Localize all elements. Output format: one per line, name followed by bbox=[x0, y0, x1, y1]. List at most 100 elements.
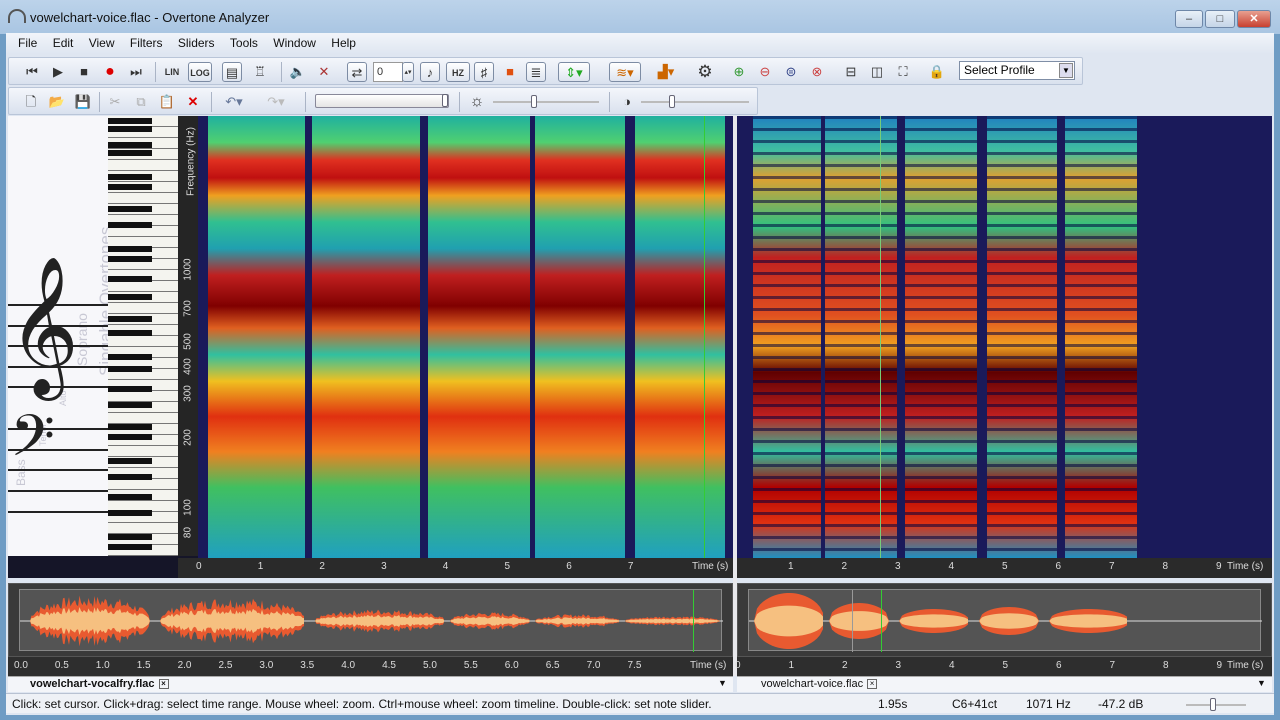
save-icon[interactable]: 💾 bbox=[73, 92, 93, 112]
piano-icon[interactable]: ♖ bbox=[250, 62, 270, 82]
tab-vowelchart-voice[interactable]: vowelchart-voice.flac × bbox=[761, 678, 878, 690]
black-key[interactable] bbox=[108, 174, 152, 180]
play-icon[interactable]: ▶ bbox=[48, 62, 68, 82]
close-tab-icon[interactable]: × bbox=[158, 679, 169, 690]
lock-icon[interactable]: 🔒 bbox=[927, 62, 947, 82]
black-key[interactable] bbox=[108, 276, 152, 282]
minimize-button[interactable]: – bbox=[1175, 10, 1203, 28]
black-key[interactable] bbox=[108, 534, 152, 540]
right-spectrogram[interactable] bbox=[737, 116, 1272, 558]
grid-icon[interactable]: ≣ bbox=[526, 62, 546, 82]
zoom-reset-icon[interactable]: ⊗ bbox=[807, 62, 827, 82]
skip-start-icon[interactable]: ⏮ bbox=[22, 62, 42, 82]
tab-list-dropdown[interactable]: ▼ bbox=[718, 678, 727, 688]
time-tick: 7 bbox=[1109, 660, 1116, 671]
transpose-stepper[interactable]: ▴▾ bbox=[402, 62, 414, 82]
brightness-slider[interactable] bbox=[493, 95, 599, 108]
black-key[interactable] bbox=[108, 246, 152, 252]
menu-tools[interactable]: Tools bbox=[230, 33, 258, 54]
tab-vowelchart-vocalfry[interactable]: vowelchart-vocalfry.flac × bbox=[30, 678, 169, 690]
zoom-in-icon[interactable]: ⊕ bbox=[729, 62, 749, 82]
note-icon[interactable]: ♪ bbox=[420, 62, 440, 82]
menu-help[interactable]: Help bbox=[331, 33, 356, 54]
color-map-icon[interactable]: ■ bbox=[500, 62, 520, 82]
black-key[interactable] bbox=[108, 402, 152, 408]
black-key[interactable] bbox=[108, 510, 152, 516]
piano-keys[interactable] bbox=[108, 116, 178, 556]
brightness-icon: ☼ bbox=[469, 93, 485, 110]
undo-icon[interactable]: ↶▾ bbox=[219, 92, 249, 112]
black-key[interactable] bbox=[108, 386, 152, 392]
black-key[interactable] bbox=[108, 424, 152, 430]
menu-file[interactable]: File bbox=[18, 33, 37, 54]
fullscreen-icon[interactable]: ⛶ bbox=[893, 62, 913, 82]
mute-icon[interactable]: ✕ bbox=[314, 62, 334, 82]
black-key[interactable] bbox=[108, 544, 152, 550]
black-key[interactable] bbox=[108, 126, 152, 132]
menu-filters[interactable]: Filters bbox=[130, 33, 163, 54]
speaker-icon[interactable]: 🔈 bbox=[288, 62, 308, 82]
black-key[interactable] bbox=[108, 494, 152, 500]
volume-slider[interactable] bbox=[1186, 698, 1246, 711]
maximize-button[interactable]: □ bbox=[1205, 10, 1235, 28]
right-waveform[interactable] bbox=[737, 583, 1272, 657]
black-key[interactable] bbox=[108, 184, 152, 190]
skip-end-icon[interactable]: ⏭ bbox=[126, 62, 146, 82]
redo-icon[interactable]: ↷▾ bbox=[261, 92, 291, 112]
black-key[interactable] bbox=[108, 150, 152, 156]
layout-icon[interactable]: ▤ bbox=[222, 62, 242, 82]
copy-icon[interactable]: ⧉ bbox=[131, 92, 151, 112]
hz-button[interactable]: HZ bbox=[446, 62, 470, 82]
paste-icon[interactable]: 📋 bbox=[157, 92, 177, 112]
left-spectrogram[interactable] bbox=[198, 116, 733, 558]
spectrum-view-dropdown[interactable]: ▟▾ bbox=[651, 62, 681, 82]
log-scale-button[interactable]: LOG bbox=[188, 62, 212, 82]
menu-sliders[interactable]: Sliders bbox=[178, 33, 215, 54]
black-key[interactable] bbox=[108, 434, 152, 440]
black-key[interactable] bbox=[108, 294, 152, 300]
transpose-icon[interactable]: ⇄ bbox=[347, 62, 367, 82]
left-waveform[interactable] bbox=[8, 583, 733, 657]
black-key[interactable] bbox=[108, 458, 152, 464]
profile-select[interactable]: Select Profile ▼ bbox=[959, 61, 1075, 80]
open-folder-icon[interactable]: 📂 bbox=[47, 92, 67, 112]
position-slider-thumb[interactable] bbox=[442, 94, 448, 107]
black-key[interactable] bbox=[108, 474, 152, 480]
menu-view[interactable]: View bbox=[89, 33, 115, 54]
delete-icon[interactable]: ✕ bbox=[183, 92, 203, 112]
position-slider[interactable] bbox=[315, 94, 449, 108]
contrast-slider[interactable] bbox=[641, 95, 749, 108]
lin-scale-button[interactable]: LIN bbox=[162, 62, 182, 82]
spacing-dropdown[interactable]: ⇕▾ bbox=[558, 62, 590, 82]
split-horizontal-icon[interactable]: ⊟ bbox=[841, 62, 861, 82]
piano-keyboard-panel[interactable]: Singable Overtones Soprano Alto Tenor Ba… bbox=[8, 116, 178, 556]
settings-gear-icon[interactable]: ⚙ bbox=[695, 62, 715, 82]
black-key[interactable] bbox=[108, 256, 152, 262]
chevron-down-icon[interactable]: ▼ bbox=[1059, 63, 1073, 78]
black-key[interactable] bbox=[108, 330, 152, 336]
new-file-icon[interactable]: 🗋 bbox=[21, 92, 41, 112]
black-key[interactable] bbox=[108, 206, 152, 212]
sharp-icon[interactable]: ♯ bbox=[474, 62, 494, 82]
black-key[interactable] bbox=[108, 366, 152, 372]
menu-edit[interactable]: Edit bbox=[53, 33, 74, 54]
zoom-out-icon[interactable]: ⊖ bbox=[755, 62, 775, 82]
close-button[interactable]: ✕ bbox=[1237, 10, 1271, 28]
tab-list-dropdown[interactable]: ▼ bbox=[1257, 678, 1266, 688]
black-key[interactable] bbox=[108, 118, 152, 124]
split-vertical-icon[interactable]: ◫ bbox=[867, 62, 887, 82]
record-icon[interactable]: ● bbox=[100, 62, 120, 82]
close-tab-icon[interactable]: × bbox=[867, 679, 878, 690]
cut-icon[interactable]: ✂ bbox=[105, 92, 125, 112]
right-timeline[interactable]: Time (s) 0 1 2 3 4 5 6 7 8 9 bbox=[735, 657, 1272, 676]
stop-icon[interactable]: ■ bbox=[74, 62, 94, 82]
black-key[interactable] bbox=[108, 142, 152, 148]
spectrum-color-dropdown[interactable]: ≋▾ bbox=[609, 62, 641, 82]
transpose-input[interactable]: 0 bbox=[373, 62, 403, 82]
menu-window[interactable]: Window bbox=[273, 33, 316, 54]
black-key[interactable] bbox=[108, 316, 152, 322]
black-key[interactable] bbox=[108, 222, 152, 228]
zoom-fit-icon[interactable]: ⊜ bbox=[781, 62, 801, 82]
left-timeline[interactable]: Time (s) 0.0 0.5 1.0 1.5 2.0 2.5 3.0 3.5 4.0 4.5 5.… bbox=[8, 657, 733, 676]
black-key[interactable] bbox=[108, 354, 152, 360]
